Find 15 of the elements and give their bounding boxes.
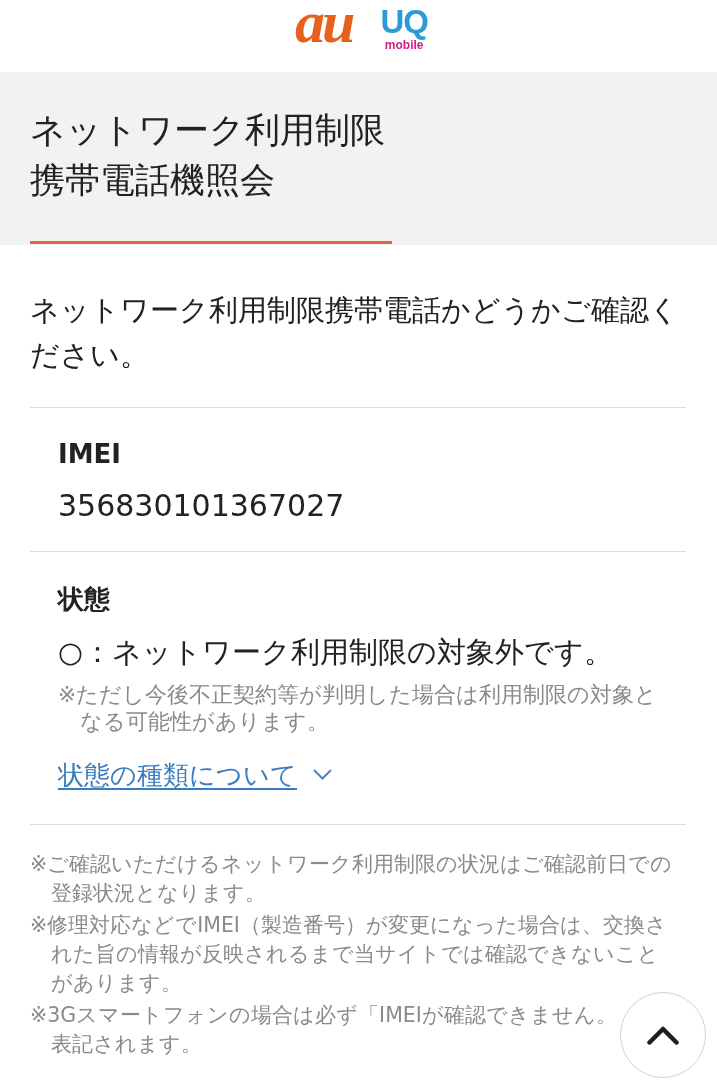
- footnote: ※ご確認いただけるネットワーク利用制限の状況はご確認前日での登録状況となります。: [30, 851, 674, 907]
- footnote: ※3Gスマートフォンの場合は必ず「IMEIが確認できません。表記されます。: [30, 1002, 618, 1058]
- intro-text: ネットワーク利用制限携帯電話かどうかご確認ください。: [30, 291, 680, 374]
- logo-wordmark: UQ: [380, 6, 428, 38]
- imei-value: 356830101367027: [58, 486, 345, 525]
- field-label: 状態: [58, 582, 110, 616]
- status-text: ○：ネットワーク利用制限の対象外です。: [58, 634, 613, 671]
- page-title: 携帯電話機照会: [30, 159, 275, 202]
- status-note: ※ただし今後不正契約等が判明した場合は利用制限の対象となる可能性があります。: [58, 681, 658, 735]
- logo-wordmark: au: [295, 0, 354, 44]
- status-types-link[interactable]: 状態の種類について: [58, 756, 332, 793]
- page-title: ネットワーク利用制限: [30, 109, 385, 152]
- footnote: ※修理対応などでIMEI（製造番号）が変更になった場合は、交換された旨の情報が反映されるまで当サイトでは確認できないことがあります。: [30, 912, 668, 997]
- field-label: IMEI: [58, 437, 121, 471]
- chevron-up-icon: [647, 1025, 679, 1045]
